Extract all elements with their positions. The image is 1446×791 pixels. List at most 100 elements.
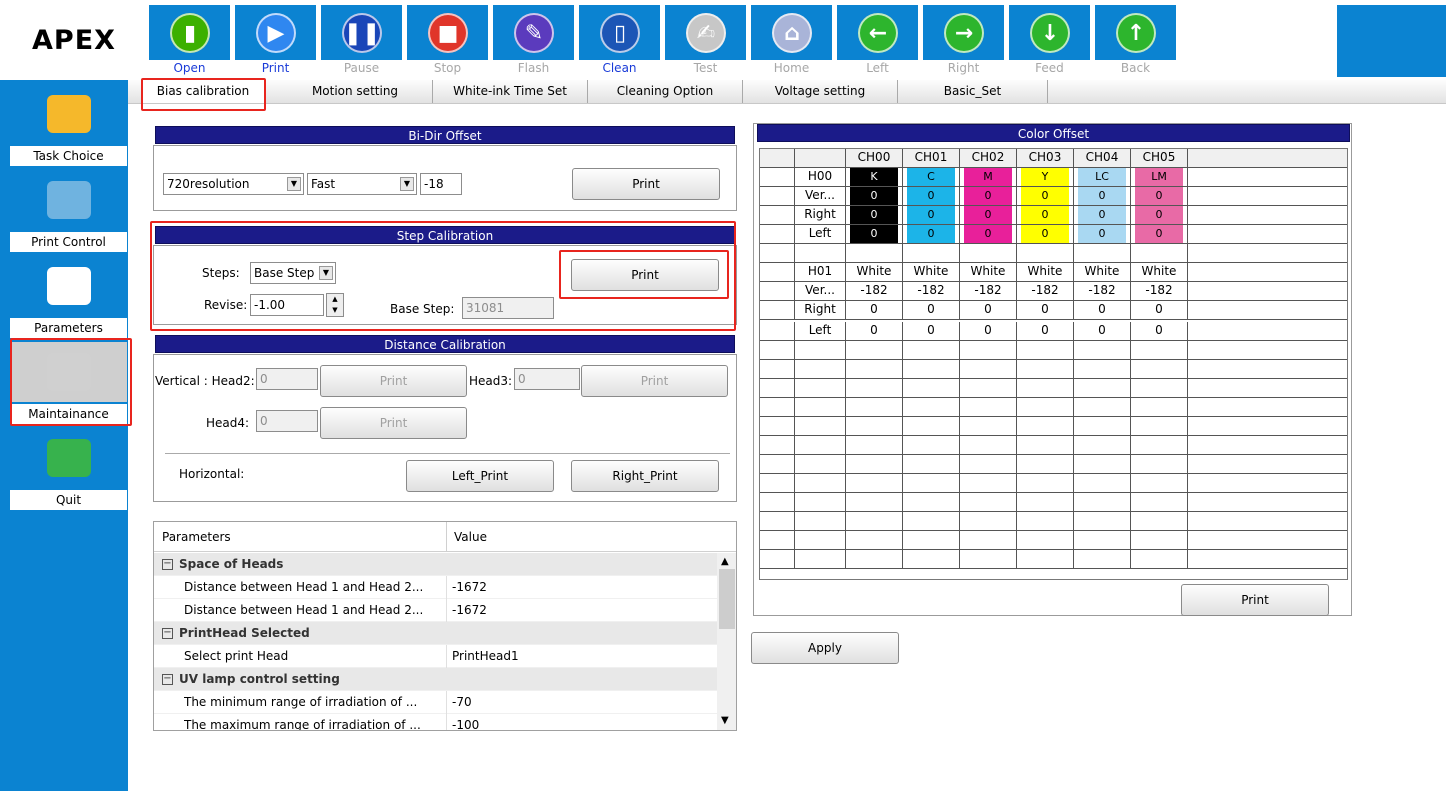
tab-voltage-setting[interactable]: Voltage setting <box>743 80 898 103</box>
color-swatch[interactable]: M <box>960 168 1017 187</box>
offset-value[interactable]: 0 <box>1131 301 1188 320</box>
grid-cell[interactable] <box>1131 398 1188 417</box>
offset-value[interactable]: 0 <box>846 322 903 341</box>
grid-cell[interactable] <box>960 531 1017 550</box>
grid-cell[interactable] <box>1074 493 1131 512</box>
color-swatch[interactable]: K <box>846 168 903 187</box>
grid-cell[interactable] <box>1074 417 1131 436</box>
grid-cell[interactable] <box>846 455 903 474</box>
tab-cleaning-option[interactable]: Cleaning Option <box>588 80 743 103</box>
grid-cell[interactable] <box>1074 341 1131 360</box>
grid-cell[interactable] <box>1017 493 1074 512</box>
grid-cell[interactable] <box>903 341 960 360</box>
back-toolbar-button[interactable]: ↑ Back <box>1095 5 1176 77</box>
grid-cell[interactable] <box>1074 436 1131 455</box>
grid-cell[interactable] <box>1017 436 1074 455</box>
grid-cell[interactable] <box>1131 436 1188 455</box>
parameters-table[interactable]: Parameters Value − Space of Heads Distance… <box>153 521 737 731</box>
grid-cell[interactable] <box>960 455 1017 474</box>
grid-cell[interactable] <box>903 493 960 512</box>
offset-value[interactable]: 0 <box>1131 206 1188 225</box>
collapse-icon[interactable]: − <box>162 674 173 685</box>
grid-cell[interactable] <box>903 474 960 493</box>
speed-select[interactable]: Fast ▼ <box>307 173 417 195</box>
right-print-button[interactable]: Right_Print <box>571 460 719 492</box>
grid-cell[interactable] <box>846 417 903 436</box>
parameter-row[interactable]: The maximum range of irradiation of ... -… <box>154 714 717 730</box>
grid-cell[interactable] <box>846 436 903 455</box>
grid-cell[interactable] <box>846 244 903 263</box>
offset-value[interactable]: 0 <box>903 187 960 206</box>
grid-cell[interactable] <box>846 360 903 379</box>
left-print-button[interactable]: Left_Print <box>406 460 554 492</box>
bidir-value-input[interactable]: -18 <box>420 173 462 195</box>
grid-cell[interactable] <box>846 512 903 531</box>
grid-cell[interactable] <box>960 436 1017 455</box>
offset-value[interactable]: 0 <box>960 225 1017 244</box>
grid-cell[interactable] <box>1017 244 1074 263</box>
grid-cell[interactable] <box>1074 244 1131 263</box>
offset-value[interactable]: -182 <box>903 282 960 301</box>
sidebar-item-print-control[interactable]: Print Control <box>10 168 127 254</box>
grid-cell[interactable] <box>903 360 960 379</box>
offset-value[interactable]: 0 <box>846 187 903 206</box>
color-offset-grid[interactable]: CH00 CH01 CH02 CH03 CH04 CH05 H00 K C M Y LC LM Ver..… <box>759 148 1348 580</box>
clean-toolbar-button[interactable]: ▯ Clean <box>579 5 660 77</box>
tab-motion-setting[interactable]: Motion setting <box>278 80 433 103</box>
offset-value[interactable]: 0 <box>1017 322 1074 341</box>
grid-cell[interactable] <box>846 493 903 512</box>
grid-cell[interactable] <box>1017 512 1074 531</box>
offset-value[interactable]: 0 <box>960 322 1017 341</box>
tab-basic-set[interactable]: Basic_Set <box>898 80 1048 103</box>
sidebar-item-task-choice[interactable]: Task Choice <box>10 82 127 168</box>
offset-value[interactable]: 0 <box>960 301 1017 320</box>
grid-cell[interactable] <box>1017 455 1074 474</box>
grid-cell[interactable] <box>1131 512 1188 531</box>
offset-value[interactable]: 0 <box>1131 187 1188 206</box>
scrollbar-thumb[interactable] <box>719 569 735 629</box>
offset-value[interactable]: 0 <box>846 206 903 225</box>
offset-value[interactable]: 0 <box>1074 301 1131 320</box>
grid-cell[interactable] <box>960 512 1017 531</box>
offset-value[interactable]: 0 <box>903 301 960 320</box>
grid-cell[interactable] <box>903 379 960 398</box>
scroll-down-arrow-icon[interactable]: ▼ <box>721 715 729 726</box>
grid-cell[interactable] <box>903 417 960 436</box>
offset-value[interactable]: 0 <box>1017 206 1074 225</box>
offset-value[interactable]: 0 <box>903 322 960 341</box>
grid-cell[interactable] <box>1017 417 1074 436</box>
right-toolbar-button[interactable]: → Right <box>923 5 1004 77</box>
grid-cell[interactable] <box>1017 360 1074 379</box>
print-toolbar-button[interactable]: ▶ Print <box>235 5 316 77</box>
tab-white-ink-time-set[interactable]: White-ink Time Set <box>433 80 588 103</box>
offset-value[interactable]: 0 <box>846 301 903 320</box>
offset-value[interactable]: -182 <box>960 282 1017 301</box>
offset-value[interactable]: 0 <box>1074 187 1131 206</box>
grid-cell[interactable] <box>1017 550 1074 569</box>
offset-value[interactable]: -182 <box>1074 282 1131 301</box>
test-toolbar-button[interactable]: ✍ Test <box>665 5 746 77</box>
color-name[interactable]: White <box>1017 263 1074 282</box>
grid-cell[interactable] <box>1074 398 1131 417</box>
color-name[interactable]: White <box>960 263 1017 282</box>
left-toolbar-button[interactable]: ← Left <box>837 5 918 77</box>
color-name[interactable]: White <box>1131 263 1188 282</box>
grid-cell[interactable] <box>1074 474 1131 493</box>
offset-value[interactable]: 0 <box>1017 187 1074 206</box>
color-name[interactable]: White <box>846 263 903 282</box>
offset-value[interactable]: -182 <box>1131 282 1188 301</box>
parameter-row[interactable]: Distance between Head 1 and Head 2... -16… <box>154 599 717 622</box>
grid-cell[interactable] <box>903 436 960 455</box>
pause-toolbar-button[interactable]: ❚❚ Pause <box>321 5 402 77</box>
bidir-print-button[interactable]: Print <box>572 168 720 200</box>
grid-cell[interactable] <box>903 398 960 417</box>
grid-cell[interactable] <box>1131 550 1188 569</box>
grid-cell[interactable] <box>1017 379 1074 398</box>
feed-toolbar-button[interactable]: ↓ Feed <box>1009 5 1090 77</box>
home-toolbar-button[interactable]: ⌂ Home <box>751 5 832 77</box>
color-offset-print-button[interactable]: Print <box>1181 584 1329 616</box>
offset-value[interactable]: 0 <box>846 225 903 244</box>
stop-toolbar-button[interactable]: ■ Stop <box>407 5 488 77</box>
offset-value[interactable]: 0 <box>1131 322 1188 341</box>
grid-cell[interactable] <box>960 417 1017 436</box>
